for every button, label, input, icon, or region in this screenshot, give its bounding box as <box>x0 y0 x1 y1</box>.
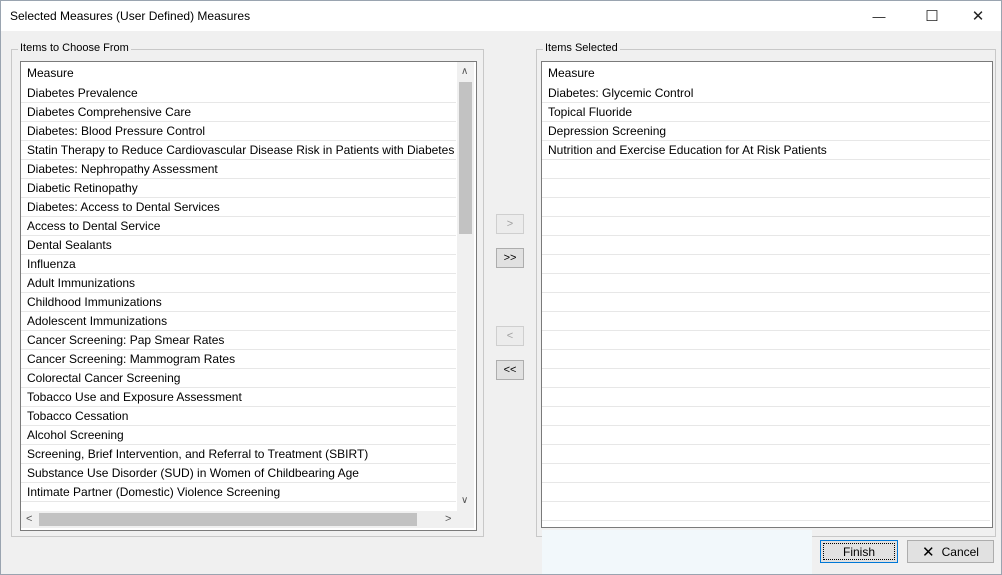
available-list[interactable]: Measure Diabetes Prevalence Diabetes Comp… <box>20 61 477 531</box>
title-bar[interactable]: Selected Measures (User Defined) Measure… <box>1 1 1001 31</box>
available-list-item[interactable]: Substance Use Disorder (SUD) in Women of… <box>21 464 456 483</box>
empty-row <box>542 502 990 521</box>
add-one-button[interactable]: > <box>496 214 524 234</box>
empty-row <box>542 274 990 293</box>
window-title: Selected Measures (User Defined) Measure… <box>10 9 251 23</box>
empty-row <box>542 369 990 388</box>
empty-row <box>542 179 990 198</box>
available-list-item[interactable]: Diabetes Comprehensive Care <box>21 103 456 122</box>
empty-row <box>542 350 990 369</box>
available-list-item[interactable]: Diabetes Prevalence <box>21 84 456 103</box>
cancel-icon: ✕ <box>922 543 935 561</box>
maximize-icon: ☐ <box>925 8 939 25</box>
empty-row <box>542 255 990 274</box>
scroll-down-icon[interactable]: ∨ <box>461 495 468 506</box>
selected-items-group: Items Selected Measure Diabetes: Glycemi… <box>536 42 996 537</box>
empty-row <box>542 160 990 179</box>
close-button[interactable]: ✕ <box>955 1 1001 31</box>
available-list-item[interactable]: Cancer Screening: Mammogram Rates <box>21 350 456 369</box>
available-list-item[interactable]: Statin Therapy to Reduce Cardiovascular … <box>21 141 456 160</box>
selected-list-item[interactable]: Topical Fluoride <box>542 103 990 122</box>
minimize-button[interactable]: — <box>856 1 902 31</box>
empty-row <box>542 236 990 255</box>
maximize-button[interactable]: ☐ <box>909 1 955 31</box>
close-icon: ✕ <box>971 8 985 25</box>
empty-row <box>542 217 990 236</box>
available-list-item[interactable]: Diabetes: Nephropathy Assessment <box>21 160 456 179</box>
selected-group-label: Items Selected <box>543 42 620 54</box>
available-list-item[interactable]: Tobacco Cessation <box>21 407 456 426</box>
available-column-header[interactable]: Measure <box>21 62 74 84</box>
selected-list-item[interactable]: Nutrition and Exercise Education for At … <box>542 141 990 160</box>
empty-row <box>542 426 990 445</box>
dialog-body: Items to Choose From Measure Diabetes Pr… <box>1 31 1001 574</box>
available-list-item[interactable]: Childhood Immunizations <box>21 293 456 312</box>
available-items-group: Items to Choose From Measure Diabetes Pr… <box>11 42 484 537</box>
vertical-scroll-thumb[interactable] <box>459 82 472 234</box>
available-list-item[interactable]: Tobacco Use and Exposure Assessment <box>21 388 456 407</box>
available-list-item[interactable]: Diabetic Retinopathy <box>21 179 456 198</box>
empty-row <box>542 331 990 350</box>
scroll-left-icon[interactable]: < <box>26 513 32 525</box>
finish-button[interactable]: Finish <box>820 540 898 563</box>
available-vertical-scrollbar[interactable]: ∧ ∨ <box>457 62 474 511</box>
empty-row <box>542 198 990 217</box>
empty-row <box>542 445 990 464</box>
cancel-button[interactable]: ✕ Cancel <box>907 540 994 563</box>
empty-row <box>542 388 990 407</box>
available-list-item[interactable]: Diabetes: Blood Pressure Control <box>21 122 456 141</box>
available-list-item[interactable]: Alcohol Screening <box>21 426 456 445</box>
scroll-right-icon[interactable]: > <box>445 513 451 525</box>
available-list-item[interactable]: Adult Immunizations <box>21 274 456 293</box>
available-horizontal-scrollbar[interactable]: < > <box>21 511 474 528</box>
empty-row <box>542 312 990 331</box>
available-list-item[interactable]: Adolescent Immunizations <box>21 312 456 331</box>
empty-row <box>542 293 990 312</box>
selected-list-item[interactable]: Depression Screening <box>542 122 990 141</box>
scroll-up-icon[interactable]: ∧ <box>461 66 468 77</box>
remove-one-button[interactable]: < <box>496 326 524 346</box>
available-list-item[interactable]: Influenza <box>21 255 456 274</box>
add-all-button[interactable]: >> <box>496 248 524 268</box>
available-list-item[interactable]: Dental Sealants <box>21 236 456 255</box>
horizontal-scroll-thumb[interactable] <box>39 513 417 526</box>
available-list-item[interactable]: Diabetes: Access to Dental Services <box>21 198 456 217</box>
available-list-item[interactable]: Screening, Brief Intervention, and Refer… <box>21 445 456 464</box>
empty-row <box>542 483 990 502</box>
selected-list[interactable]: Measure Diabetes: Glycemic Control Topica… <box>541 61 993 528</box>
available-list-item[interactable]: Cancer Screening: Pap Smear Rates <box>21 331 456 350</box>
dialog-window: Selected Measures (User Defined) Measure… <box>0 0 1002 575</box>
cancel-label: Cancel <box>941 544 979 559</box>
available-group-label: Items to Choose From <box>18 42 131 54</box>
available-list-item[interactable]: Intimate Partner (Domestic) Violence Scr… <box>21 483 456 502</box>
empty-row <box>542 464 990 483</box>
selected-column-header[interactable]: Measure <box>542 62 595 84</box>
footer-area <box>542 530 812 574</box>
available-list-item[interactable]: Colorectal Cancer Screening <box>21 369 456 388</box>
empty-row <box>542 407 990 426</box>
selected-list-item[interactable]: Diabetes: Glycemic Control <box>542 84 990 103</box>
available-list-item[interactable]: Access to Dental Service <box>21 217 456 236</box>
remove-all-button[interactable]: << <box>496 360 524 380</box>
minimize-icon: — <box>872 8 886 24</box>
